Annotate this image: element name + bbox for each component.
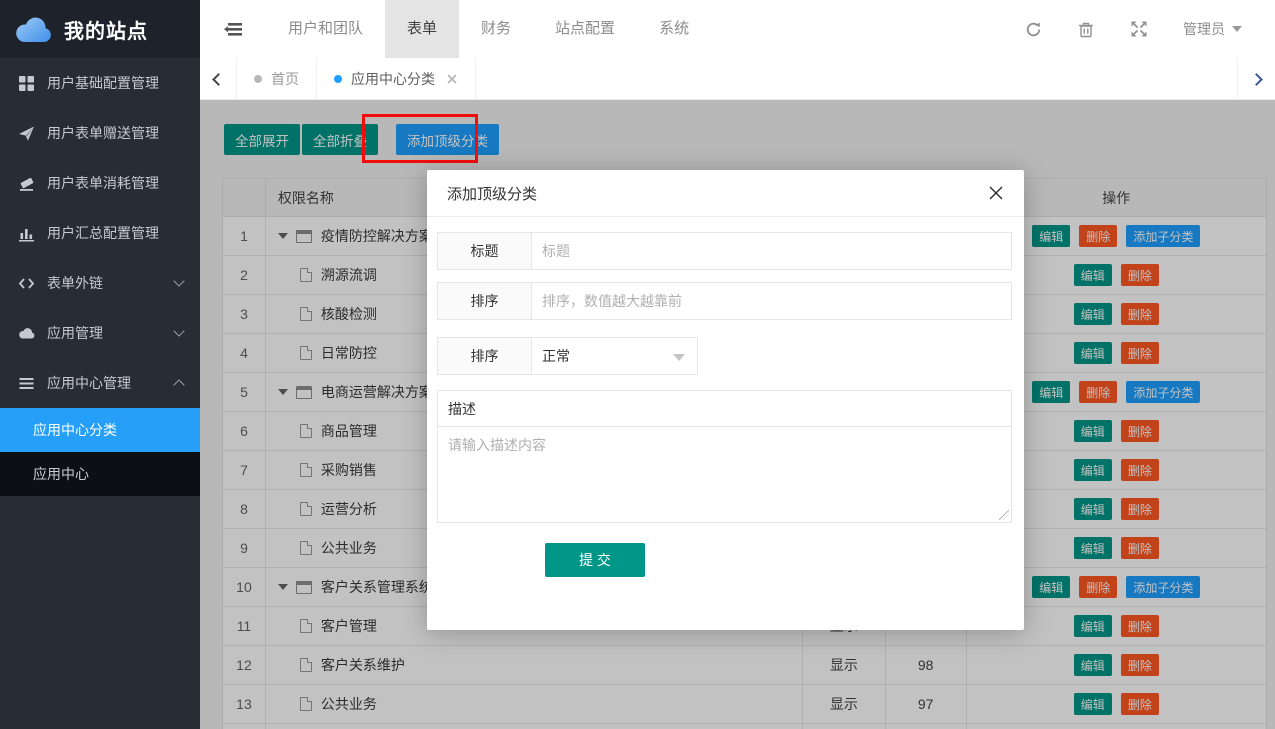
collapse-menu-icon[interactable] bbox=[200, 0, 266, 58]
tabs-scroll-right-icon[interactable] bbox=[1237, 58, 1275, 100]
nav-item-finance[interactable]: 财务 bbox=[459, 0, 533, 58]
tab-close-icon[interactable] bbox=[446, 73, 458, 85]
sidebar-item-user-form-gift[interactable]: 用户表单赠送管理 bbox=[0, 108, 200, 158]
description-label: 描述 bbox=[438, 391, 1011, 427]
title-field-label: 标题 bbox=[437, 232, 532, 270]
list-icon bbox=[18, 375, 35, 392]
page-root: { "header": { "site_name": "我的站点", "nav"… bbox=[0, 0, 1275, 729]
tab-dot bbox=[254, 75, 262, 83]
sidebar-item-user-base-config[interactable]: 用户基础配置管理 bbox=[0, 58, 200, 108]
status-field-label: 排序 bbox=[437, 337, 532, 375]
sidebar-item-app-management[interactable]: 应用管理 bbox=[0, 308, 200, 358]
tab-home[interactable]: 首页 bbox=[237, 58, 317, 100]
status-select-value: 正常 bbox=[542, 346, 570, 366]
nav-item-system[interactable]: 系统 bbox=[637, 0, 711, 58]
modal-title: 添加顶级分类 bbox=[447, 183, 537, 204]
description-textarea[interactable] bbox=[438, 427, 1011, 522]
nav-item-forms[interactable]: 表单 bbox=[385, 0, 459, 58]
site-title: 我的站点 bbox=[64, 15, 148, 44]
form-row-status: 排序 正常 bbox=[437, 337, 1012, 375]
form-row-sort: 排序 bbox=[437, 282, 1012, 320]
nav-item-users-teams[interactable]: 用户和团队 bbox=[266, 0, 385, 58]
nav-item-site-config[interactable]: 站点配置 bbox=[533, 0, 637, 58]
tabs-scroll-left-icon[interactable] bbox=[200, 58, 237, 100]
add-top-category-modal: 添加顶级分类 标题 排序 排序 正常 描述 bbox=[427, 170, 1024, 630]
tabs: 首页 应用中心分类 bbox=[237, 58, 476, 100]
sidebar-item-app-center-management[interactable]: 应用中心管理 bbox=[0, 358, 200, 408]
admin-label: 管理员 bbox=[1183, 19, 1225, 39]
modal-title-bar: 添加顶级分类 bbox=[427, 170, 1024, 217]
top-nav: 用户和团队 表单 财务 站点配置 系统 bbox=[200, 0, 711, 58]
chevron-down-icon bbox=[173, 325, 184, 336]
sidebar-item-form-external-link[interactable]: 表单外链 bbox=[0, 258, 200, 308]
submenu-item-label: 应用中心分类 bbox=[33, 420, 117, 440]
submit-button[interactable]: 提 交 bbox=[545, 543, 645, 577]
sidebar-item-label: 用户表单赠送管理 bbox=[47, 123, 159, 143]
sidebar-item-label: 用户基础配置管理 bbox=[47, 73, 159, 93]
modal-close-icon[interactable] bbox=[988, 185, 1004, 201]
app-header: 我的站点 用户和团队 表单 财务 站点配置 系统 bbox=[0, 0, 1275, 58]
sidebar-item-user-form-consume[interactable]: 用户表单消耗管理 bbox=[0, 158, 200, 208]
cloud-logo-icon bbox=[14, 16, 52, 43]
description-area-wrap bbox=[438, 427, 1011, 522]
code-icon bbox=[18, 275, 35, 292]
sidebar-item-label: 表单外链 bbox=[47, 273, 103, 293]
sidebar-item-label: 用户汇总配置管理 bbox=[47, 223, 159, 243]
logo: 我的站点 bbox=[0, 0, 200, 58]
dashboard-icon bbox=[18, 75, 35, 92]
form-row-title: 标题 bbox=[437, 232, 1012, 270]
sort-input[interactable] bbox=[531, 282, 1012, 320]
tab-label: 首页 bbox=[271, 69, 299, 89]
sidebar-item-label: 用户表单消耗管理 bbox=[47, 173, 159, 193]
title-input[interactable] bbox=[531, 232, 1012, 270]
cloud-icon bbox=[18, 325, 35, 342]
sidebar-item-user-summary-config[interactable]: 用户汇总配置管理 bbox=[0, 208, 200, 258]
select-caret-down-icon bbox=[673, 354, 685, 361]
caret-down-icon bbox=[1232, 26, 1242, 32]
tab-dot bbox=[334, 75, 342, 83]
admin-dropdown[interactable]: 管理员 bbox=[1183, 19, 1242, 39]
sidebar-submenu: 应用中心分类 应用中心 bbox=[0, 408, 200, 496]
description-box: 描述 bbox=[437, 390, 1012, 523]
send-icon bbox=[18, 125, 35, 142]
bar-chart-icon bbox=[18, 225, 35, 242]
trash-icon[interactable] bbox=[1077, 20, 1095, 38]
chevron-down-icon bbox=[173, 275, 184, 286]
status-select[interactable]: 正常 bbox=[531, 337, 698, 375]
tab-label: 应用中心分类 bbox=[351, 69, 435, 89]
chevron-up-icon bbox=[173, 379, 184, 390]
sort-field-label: 排序 bbox=[437, 282, 532, 320]
header-right: 管理员 bbox=[1024, 0, 1275, 58]
modal-body: 标题 排序 排序 正常 描述 提 交 bbox=[427, 217, 1024, 577]
fullscreen-icon[interactable] bbox=[1130, 20, 1148, 38]
refresh-icon[interactable] bbox=[1024, 20, 1042, 38]
sidebar-item-app-center[interactable]: 应用中心 bbox=[0, 452, 200, 496]
eraser-icon bbox=[18, 175, 35, 192]
tabbar: 首页 应用中心分类 bbox=[200, 58, 1275, 100]
submenu-item-label: 应用中心 bbox=[33, 464, 89, 484]
sidebar: 用户基础配置管理 用户表单赠送管理 用户表单消耗管理 用户汇总配置管理 bbox=[0, 58, 200, 729]
sidebar-item-label: 应用中心管理 bbox=[47, 373, 131, 393]
sidebar-item-label: 应用管理 bbox=[47, 323, 103, 343]
sidebar-item-app-center-category[interactable]: 应用中心分类 bbox=[0, 408, 200, 452]
tab-app-center-category[interactable]: 应用中心分类 bbox=[317, 58, 476, 100]
